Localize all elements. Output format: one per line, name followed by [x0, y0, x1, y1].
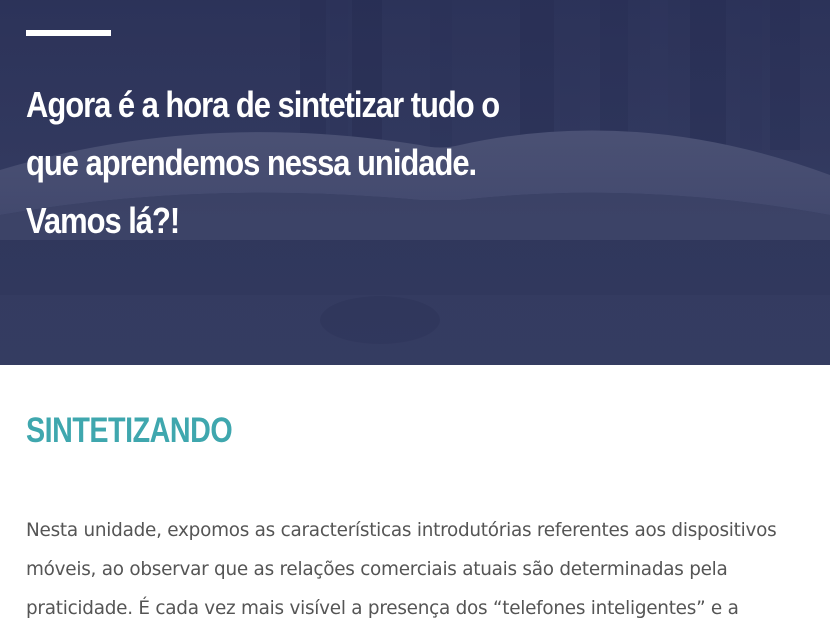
section-heading: SINTETIZANDO	[26, 411, 233, 450]
hero-banner: Agora é a hora de sintetizar tudo o que …	[0, 0, 830, 365]
section-paragraph: Nesta unidade, expomos as característica…	[26, 520, 777, 619]
hero-decorative-rule	[26, 30, 111, 36]
content-section: SINTETIZANDO Nesta unidade, expomos as c…	[0, 365, 830, 636]
hero-title: Agora é a hora de sintetizar tudo o que …	[26, 84, 500, 241]
page: Agora é a hora de sintetizar tudo o que …	[0, 0, 830, 636]
